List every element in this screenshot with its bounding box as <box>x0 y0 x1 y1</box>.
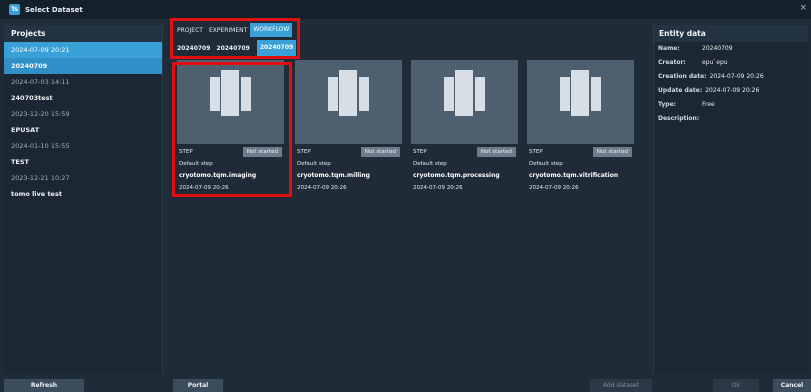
project-item[interactable]: EPUSAT <box>4 122 162 138</box>
ok-button[interactable]: Ok <box>713 379 759 392</box>
cancel-button[interactable]: Cancel <box>773 379 811 392</box>
entity-name-key: Name: <box>658 45 680 52</box>
step-type-label: STEP <box>297 149 311 155</box>
status-badge: Not started <box>360 147 400 157</box>
highlight-box-card <box>172 62 292 197</box>
step-glyph-icon <box>328 77 338 111</box>
entity-creator-value: epu`epu <box>702 59 728 66</box>
project-item-date[interactable]: 2024-07-03 14:11 <box>4 74 162 90</box>
step-card[interactable]: STEP Not started Default step cryotomo.t… <box>527 60 634 191</box>
step-card[interactable]: STEP Not started Default step cryotomo.t… <box>295 60 402 191</box>
step-thumbnail <box>527 60 634 144</box>
project-item[interactable]: 20240709 <box>4 58 162 74</box>
step-name: cryotomo.tqm.vitrification <box>529 172 619 179</box>
status-badge: Not started <box>592 147 632 157</box>
step-name: cryotomo.tqm.processing <box>413 172 500 179</box>
window-title: Select Dataset <box>25 5 83 14</box>
step-card[interactable]: STEP Not started Default step cryotomo.t… <box>411 60 518 191</box>
step-date: 2024-07-09 20:26 <box>529 185 579 191</box>
projects-list: 2024-07-09 20:21 20240709 2024-07-03 14:… <box>4 42 162 202</box>
entity-created-key: Creation date: <box>658 73 707 80</box>
step-thumbnail <box>295 60 402 144</box>
step-name: cryotomo.tqm.milling <box>297 172 370 179</box>
step-description: Default step <box>529 161 563 167</box>
projects-header: Projects <box>4 25 162 42</box>
app-icon: Ts <box>9 4 20 15</box>
step-date: 2024-07-09 20:26 <box>413 185 463 191</box>
step-date: 2024-07-09 20:26 <box>297 185 347 191</box>
refresh-button[interactable]: Refresh <box>4 379 84 392</box>
highlight-box-breadcrumb <box>170 18 300 59</box>
project-item-date[interactable]: 2024-07-09 20:21 <box>4 42 162 58</box>
step-type-label: STEP <box>413 149 427 155</box>
entity-description-key: Description: <box>658 115 700 122</box>
step-description: Default step <box>413 161 447 167</box>
entity-updated-value: 2024-07-09 20:26 <box>705 87 760 94</box>
add-dataset-button[interactable]: Add dataset <box>590 379 652 392</box>
entity-updated-key: Update date: <box>658 87 703 94</box>
project-item-date[interactable]: 2024-01-10 15:55 <box>4 138 162 154</box>
window-titlebar: Ts Select Dataset × <box>0 0 811 19</box>
entity-type-key: Type: <box>658 101 677 108</box>
project-item[interactable]: tomo live test <box>4 186 162 202</box>
step-glyph-icon <box>560 77 570 111</box>
close-icon[interactable]: × <box>799 3 807 13</box>
entity-created-value: 2024-07-09 20:26 <box>709 73 764 80</box>
entity-data-panel: Entity data Name: 20240709 Creator: epu`… <box>653 25 808 373</box>
projects-panel: Projects 2024-07-09 20:21 20240709 2024-… <box>4 25 163 373</box>
step-type-label: STEP <box>529 149 543 155</box>
entity-creator-key: Creator: <box>658 59 686 66</box>
step-description: Default step <box>297 161 331 167</box>
portal-button[interactable]: Portal <box>173 379 223 392</box>
entity-type-value: Free <box>702 101 715 108</box>
entity-name-value: 20240709 <box>702 45 733 52</box>
step-glyph-icon <box>444 77 454 111</box>
status-badge: Not started <box>476 147 516 157</box>
project-item-date[interactable]: 2023-12-20 15:59 <box>4 106 162 122</box>
step-thumbnail <box>411 60 518 144</box>
project-item[interactable]: 240703test <box>4 90 162 106</box>
entity-header: Entity data <box>654 25 808 42</box>
project-item-date[interactable]: 2023-12-21 10:27 <box>4 170 162 186</box>
project-item[interactable]: TEST <box>4 154 162 170</box>
